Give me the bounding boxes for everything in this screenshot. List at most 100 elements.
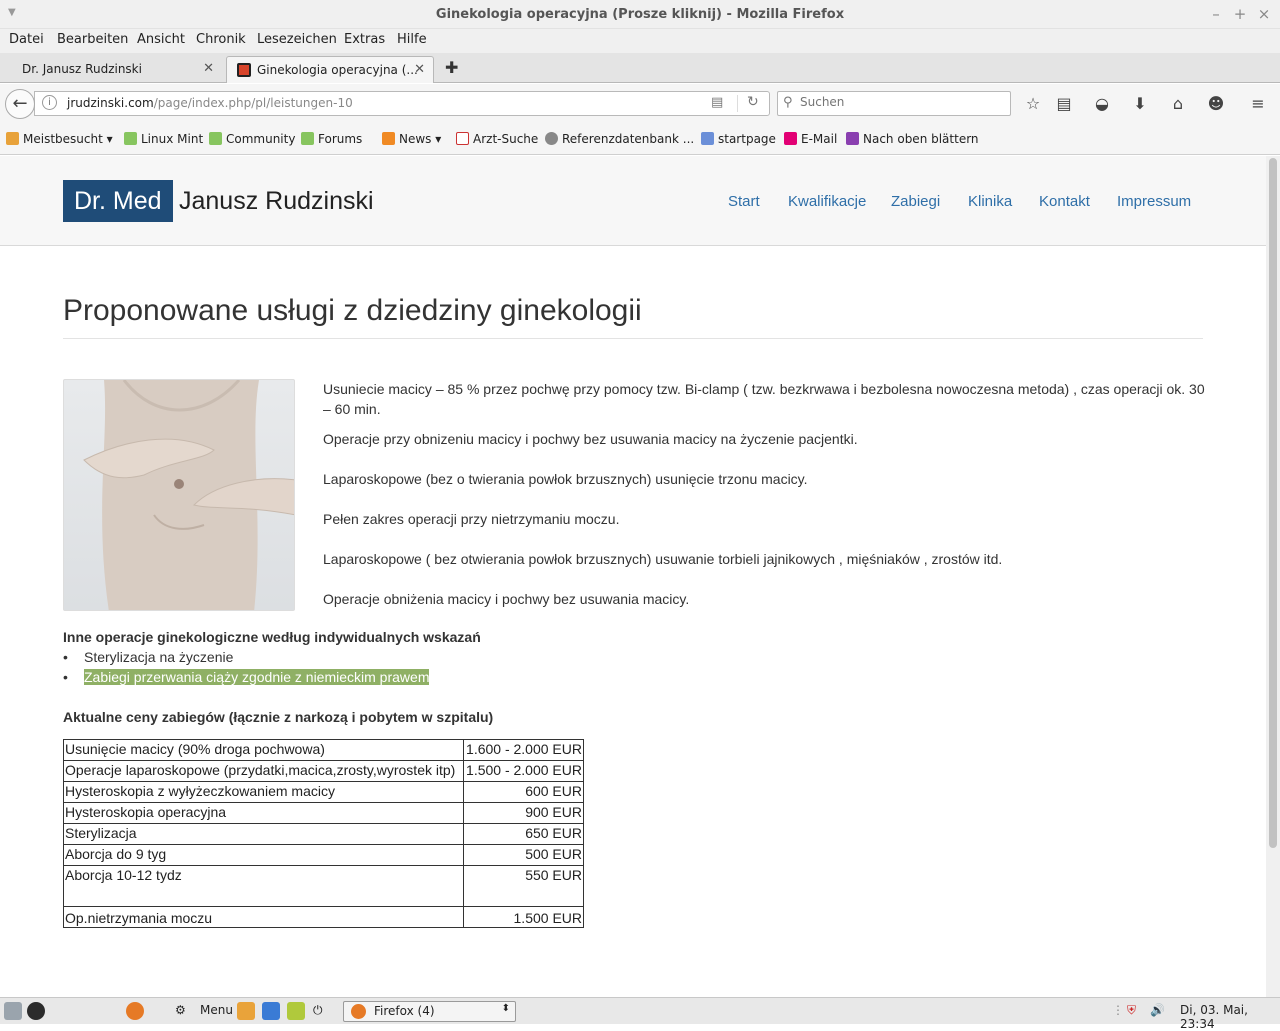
chrome-icon[interactable] [27,1002,45,1020]
service-paragraph: Laparoskopowe ( bez otwierania powłok br… [323,551,1003,567]
tray-separator-icon: ⋮ [1112,1003,1124,1017]
bookmark-email[interactable]: E-Mail [784,132,837,146]
menubar: Datei Bearbeiten Ansicht Chronik Lesezei… [0,29,1280,53]
bookmarks-list-icon[interactable]: ▤ [1054,94,1074,113]
nav-start[interactable]: Start [728,193,760,210]
bookmarklet-icon [846,132,859,145]
search-bar[interactable]: ⚲ [777,91,1011,116]
show-desktop-icon[interactable] [4,1002,22,1020]
bookmark-scroll-top[interactable]: Nach oben blättern [846,132,979,146]
minimize-icon[interactable]: – [1207,5,1225,23]
table-row: Usunięcie macicy (90% droga pochwowa) 1.6… [63,739,584,761]
nav-zabiegi[interactable]: Zabiegi [891,193,940,210]
search-input[interactable] [800,95,1000,109]
table-cell-name: Aborcja 10-12 tydz [63,865,464,907]
site-info-icon[interactable]: i [42,95,57,110]
clock[interactable]: Di, 03. Mai, 23:34 [1180,1003,1280,1031]
menu-chronik[interactable]: Chronik [196,32,246,47]
mint-icon [124,132,137,145]
service-paragraph: Usuniecie macicy – 85 % przez pochwę prz… [323,381,1205,417]
menu-bearbeiten[interactable]: Bearbeiten [57,32,128,47]
menu-lesezeichen[interactable]: Lesezeichen [257,32,337,47]
mint-icon [209,132,222,145]
telekom-icon [784,132,797,145]
nav-kontakt[interactable]: Kontakt [1039,193,1090,210]
tab-rudzinski[interactable]: Dr. Janusz Rudzinski ✕ [12,56,222,83]
bookmarks-toolbar: Meistbesucht ▾ Linux Mint Community Foru… [0,122,1280,155]
new-tab-icon[interactable]: ✚ [445,58,458,77]
table-row: Aborcja 10-12 tydz 550 EUR [63,865,584,907]
table-row: Sterylizacja 650 EUR [63,823,584,845]
url-separator [737,95,738,112]
tab-close-icon[interactable]: ✕ [203,61,214,76]
menu-extras[interactable]: Extras [344,32,385,47]
shield-icon[interactable]: ⛨ [1127,1003,1136,1018]
table-row: Hysteroskopia operacyjna 900 EUR [63,802,584,824]
table-row: Op.nietrzymania moczu 1.500 EUR [63,906,584,928]
start-menu-label[interactable]: Menu [200,1003,233,1017]
nav-kwalifikacje[interactable]: Kwalifikacje [788,193,866,210]
scrollbar-thumb[interactable] [1269,158,1277,848]
logo-name[interactable]: Janusz Rudzinski [179,180,374,222]
firefox-launcher-icon[interactable] [126,1002,144,1020]
bookmark-news[interactable]: News ▾ [382,132,441,146]
table-cell-name: Usunięcie macicy (90% droga pochwowa) [63,739,464,761]
hamburger-menu-icon[interactable]: ≡ [1248,94,1268,113]
table-cell-name: Operacje laparoskopowe (przydatki,macica… [63,760,464,782]
paint-icon[interactable] [237,1002,255,1020]
bookmark-referenzdatenbank[interactable]: Referenzdatenbank ... [545,132,694,146]
hello-icon[interactable]: ☻ [1206,94,1226,113]
logo-box[interactable]: Dr. Med [63,180,173,222]
tab-bar: Dr. Janusz Rudzinski ✕ Ginekologia opera… [0,53,1280,83]
taskbar-firefox-button[interactable]: Firefox (4) ⬍ [343,1001,516,1022]
menu-gear-icon[interactable]: ⚙ [175,1003,186,1017]
back-button[interactable]: ← [5,89,35,119]
price-table: Usunięcie macicy (90% droga pochwowa) 1.6… [63,739,584,928]
menu-hilfe[interactable]: Hilfe [397,32,427,47]
url-text[interactable]: jrudzinski.com/page/index.php/pl/leistun… [67,96,353,110]
article-photo [63,379,295,611]
page-title: Proponowane usługi z dziedziny ginekolog… [63,294,642,327]
table-row: Hysteroskopia z wyłyżeczkowaniem macicy 6… [63,781,584,803]
table-cell-name: Op.nietrzymania moczu [63,906,464,928]
table-cell-price: 550 EUR [463,865,584,907]
checker-icon[interactable] [287,1002,305,1020]
reader-view-icon[interactable]: ▤ [711,95,723,110]
bookmark-arzt-suche[interactable]: Arzt-Suche [456,132,538,146]
page-viewport: Dr. Med Janusz Rudzinski Start Kwalifika… [0,156,1266,997]
window-title: Ginekologia operacyjna (Prosze kliknij) … [435,7,845,22]
nav-impressum[interactable]: Impressum [1117,193,1191,210]
volume-icon[interactable]: 🔊 [1150,1003,1165,1017]
menu-datei[interactable]: Datei [9,32,44,47]
reload-icon[interactable]: ↻ [747,94,759,110]
table-cell-price: 1.600 - 2.000 EUR [463,739,584,761]
tab-close-icon[interactable]: ✕ [414,62,425,77]
window-titlebar: ▼ Ginekologia operacyjna (Prosze kliknij… [0,0,1280,29]
nav-klinika[interactable]: Klinika [968,193,1012,210]
power-icon[interactable]: ⏻ [313,1003,323,1018]
maximize-icon[interactable]: + [1231,5,1249,23]
title-divider [63,338,1203,339]
tab-ginekologia[interactable]: Ginekologia operacyjna (... ✕ [226,56,434,83]
bookmark-community[interactable]: Community [209,132,295,146]
bookmark-meistbesucht[interactable]: Meistbesucht ▾ [6,132,113,146]
downloads-icon[interactable]: ⬇ [1130,94,1150,113]
page-scrollbar[interactable] [1266,156,1280,997]
table-cell-name: Sterylizacja [63,823,464,845]
bookmark-startpage[interactable]: startpage [701,132,776,146]
url-bar[interactable]: i jrudzinski.com/page/index.php/pl/leist… [34,91,770,116]
bookmark-linux-mint[interactable]: Linux Mint [124,132,203,146]
home-icon[interactable]: ⌂ [1168,94,1188,113]
cursor-tool-icon[interactable] [262,1002,280,1020]
pocket-icon[interactable]: ◒ [1092,94,1112,113]
menu-ansicht[interactable]: Ansicht [137,32,185,47]
bookmark-star-icon[interactable]: ☆ [1023,94,1043,113]
close-icon[interactable]: × [1255,5,1273,23]
table-cell-name: Hysteroskopia z wyłyżeczkowaniem macicy [63,781,464,803]
prices-heading: Aktualne ceny zabiegów (łącznie z narkoz… [63,709,494,725]
service-paragraph: Laparoskopowe (bez o twierania powłok br… [323,471,808,487]
search-icon: ⚲ [783,95,793,110]
taskbar-window-label: Firefox (4) [374,1004,435,1018]
tab-label: Ginekologia operacyjna (... [257,63,418,77]
bookmark-forums[interactable]: Forums [301,132,362,146]
